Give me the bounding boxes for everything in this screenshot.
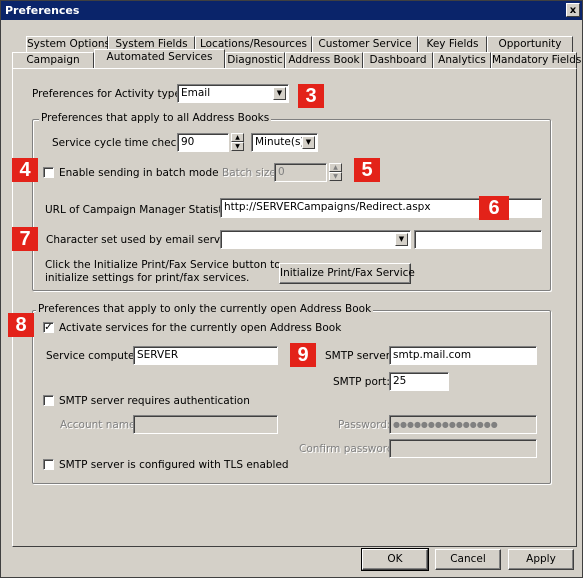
close-icon[interactable]: x <box>566 3 580 17</box>
cycle-time-label: Service cycle time check: <box>52 137 186 149</box>
url-label: URL of Campaign Manager Statistics: <box>45 204 241 216</box>
batch-mode-checkbox[interactable] <box>43 167 54 178</box>
smtp-port-input[interactable]: 25 <box>389 372 449 391</box>
spin-down-icon[interactable]: ▼ <box>329 172 342 181</box>
spin-up-icon[interactable]: ▲ <box>329 163 342 172</box>
activity-type-value: Email <box>181 87 211 99</box>
tab-analytics[interactable]: Analytics <box>433 52 491 68</box>
service-computer-input[interactable]: SERVER <box>133 346 278 365</box>
title-bar: Preferences x <box>1 1 582 20</box>
cancel-button[interactable]: Cancel <box>435 549 501 570</box>
spin-down-icon[interactable]: ▼ <box>231 142 244 151</box>
password-input[interactable]: ●●●●●●●●●●●●●●● <box>389 415 537 434</box>
tls-label: SMTP server is configured with TLS enabl… <box>59 459 289 471</box>
smtp-port-label: SMTP port: <box>333 376 390 388</box>
password-label: Password: <box>338 419 391 431</box>
tab-dashboard[interactable]: Dashboard <box>363 52 433 68</box>
callout-8: 8 <box>8 313 34 337</box>
smtp-server-label: SMTP server: <box>325 350 394 362</box>
callout-7: 7 <box>12 227 38 251</box>
all-books-legend: Preferences that apply to all Address Bo… <box>39 112 272 124</box>
ok-button[interactable]: OK <box>361 548 429 571</box>
activate-services-checkbox[interactable]: ✓ <box>43 322 54 333</box>
charset-select[interactable]: ▼ <box>220 230 411 249</box>
tab-campaign[interactable]: Campaign <box>12 52 94 68</box>
callout-9: 9 <box>290 343 316 367</box>
smtp-server-input[interactable]: smtp.mail.com <box>389 346 537 365</box>
activity-type-label: Preferences for Activity type: <box>32 88 185 100</box>
preferences-dialog: Preferences x System Options System Fiel… <box>0 0 583 578</box>
tls-checkbox[interactable] <box>43 459 54 470</box>
initialize-print-fax-button[interactable]: Initialize Print/Fax Service <box>279 263 415 284</box>
confirm-password-label: Confirm password: <box>299 443 398 455</box>
batch-size-input[interactable]: 0 <box>274 163 327 182</box>
callout-3: 3 <box>298 84 324 108</box>
batch-mode-label: Enable sending in batch mode <box>59 167 219 179</box>
smtp-auth-label: SMTP server requires authentication <box>59 395 250 407</box>
print-fax-text-line1: Click the Initialize Print/Fax Service b… <box>45 259 281 271</box>
callout-6: 6 <box>479 196 509 220</box>
tab-mandatory-fields[interactable]: Mandatory Fields <box>491 52 581 68</box>
batch-size-label: Batch size: <box>222 167 280 179</box>
charset-extra-input[interactable] <box>414 230 542 249</box>
chevron-down-icon[interactable]: ▼ <box>273 87 286 100</box>
tab-automated-services[interactable]: Automated Services <box>94 49 225 68</box>
time-unit-value: Minute(s) <box>255 136 305 148</box>
window-title: Preferences <box>5 4 80 17</box>
callout-4: 4 <box>12 158 38 182</box>
tab-diagnostic[interactable]: Diagnostic <box>225 52 285 68</box>
service-computer-label: Service computer: <box>46 350 143 362</box>
apply-button[interactable]: Apply <box>508 549 574 570</box>
batch-size-stepper[interactable]: ▲ ▼ <box>329 163 342 182</box>
activate-services-label: Activate services for the currently open… <box>59 322 342 334</box>
open-book-legend: Preferences that apply to only the curre… <box>36 303 374 315</box>
tab-address-book[interactable]: Address Book <box>285 52 363 68</box>
callout-5: 5 <box>354 158 380 182</box>
chevron-down-icon[interactable]: ▼ <box>395 233 408 246</box>
chevron-down-icon[interactable]: ▼ <box>302 136 315 149</box>
confirm-password-input[interactable] <box>389 439 537 458</box>
tab-key-fields[interactable]: Key Fields <box>418 36 487 52</box>
charset-label: Character set used by email service: <box>46 234 239 246</box>
tab-customer-service[interactable]: Customer Service <box>312 36 418 52</box>
spin-up-icon[interactable]: ▲ <box>231 133 244 142</box>
tab-opportunity[interactable]: Opportunity <box>487 36 573 52</box>
account-name-input[interactable] <box>133 415 278 434</box>
activity-type-select[interactable]: Email ▼ <box>177 84 289 103</box>
smtp-auth-checkbox[interactable] <box>43 395 54 406</box>
cycle-time-input[interactable]: 90 <box>177 133 229 152</box>
cycle-time-stepper[interactable]: ▲ ▼ <box>231 133 244 152</box>
time-unit-select[interactable]: Minute(s) ▼ <box>251 133 318 152</box>
account-name-label: Account name: <box>60 419 140 431</box>
print-fax-text-line2: initialize settings for print/fax servic… <box>45 272 250 284</box>
